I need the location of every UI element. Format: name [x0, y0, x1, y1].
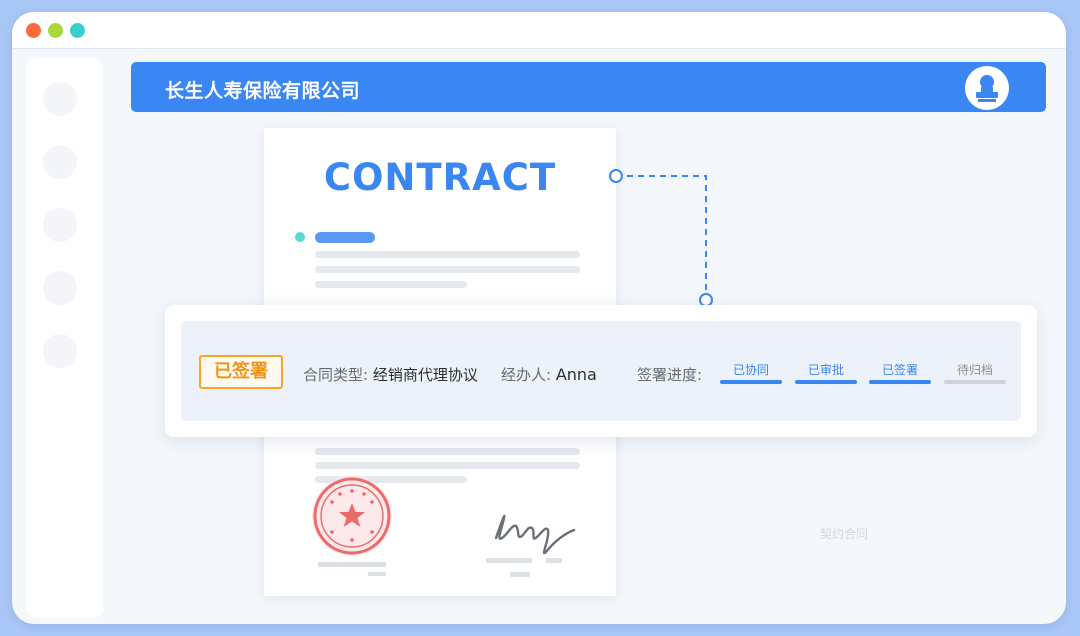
handler: 经办人: Anna — [501, 364, 597, 385]
step-signed-bar — [869, 380, 931, 384]
contract-status-panel: 已签署 合同类型: 经销商代理协议 经办人: Anna 签署进度: 已协同 已审… — [181, 321, 1021, 421]
step-archive-label: 待归档 — [956, 363, 993, 377]
watermark-text: 契约合同 — [820, 527, 869, 541]
step-collaborated-bar — [720, 380, 782, 384]
handler-label: 经办人: — [501, 366, 556, 384]
step-collaborated-label: 已协同 — [732, 363, 769, 377]
progress-label: 签署进度: — [637, 366, 703, 384]
step-archive-bar — [944, 380, 1006, 384]
step-approved-label: 已审批 — [807, 363, 844, 377]
app-window: 长生人寿保险有限公司 CONTRACT 已签署 合同类型: 经销商代理协议 经办… — [12, 12, 1066, 624]
contract-type-value: 经销商代理协议 — [372, 366, 478, 384]
step-approved-bar — [795, 380, 857, 384]
handler-value: Anna — [555, 365, 597, 384]
status-badge: 已签署 — [199, 355, 283, 389]
contract-status-card[interactable]: 已签署 合同类型: 经销商代理协议 经办人: Anna 签署进度: 已协同 已审… — [165, 305, 1037, 437]
step-signed-label: 已签署 — [881, 363, 918, 377]
contract-type: 合同类型: 经销商代理协议 — [303, 364, 478, 385]
contract-type-label: 合同类型: — [303, 366, 373, 384]
